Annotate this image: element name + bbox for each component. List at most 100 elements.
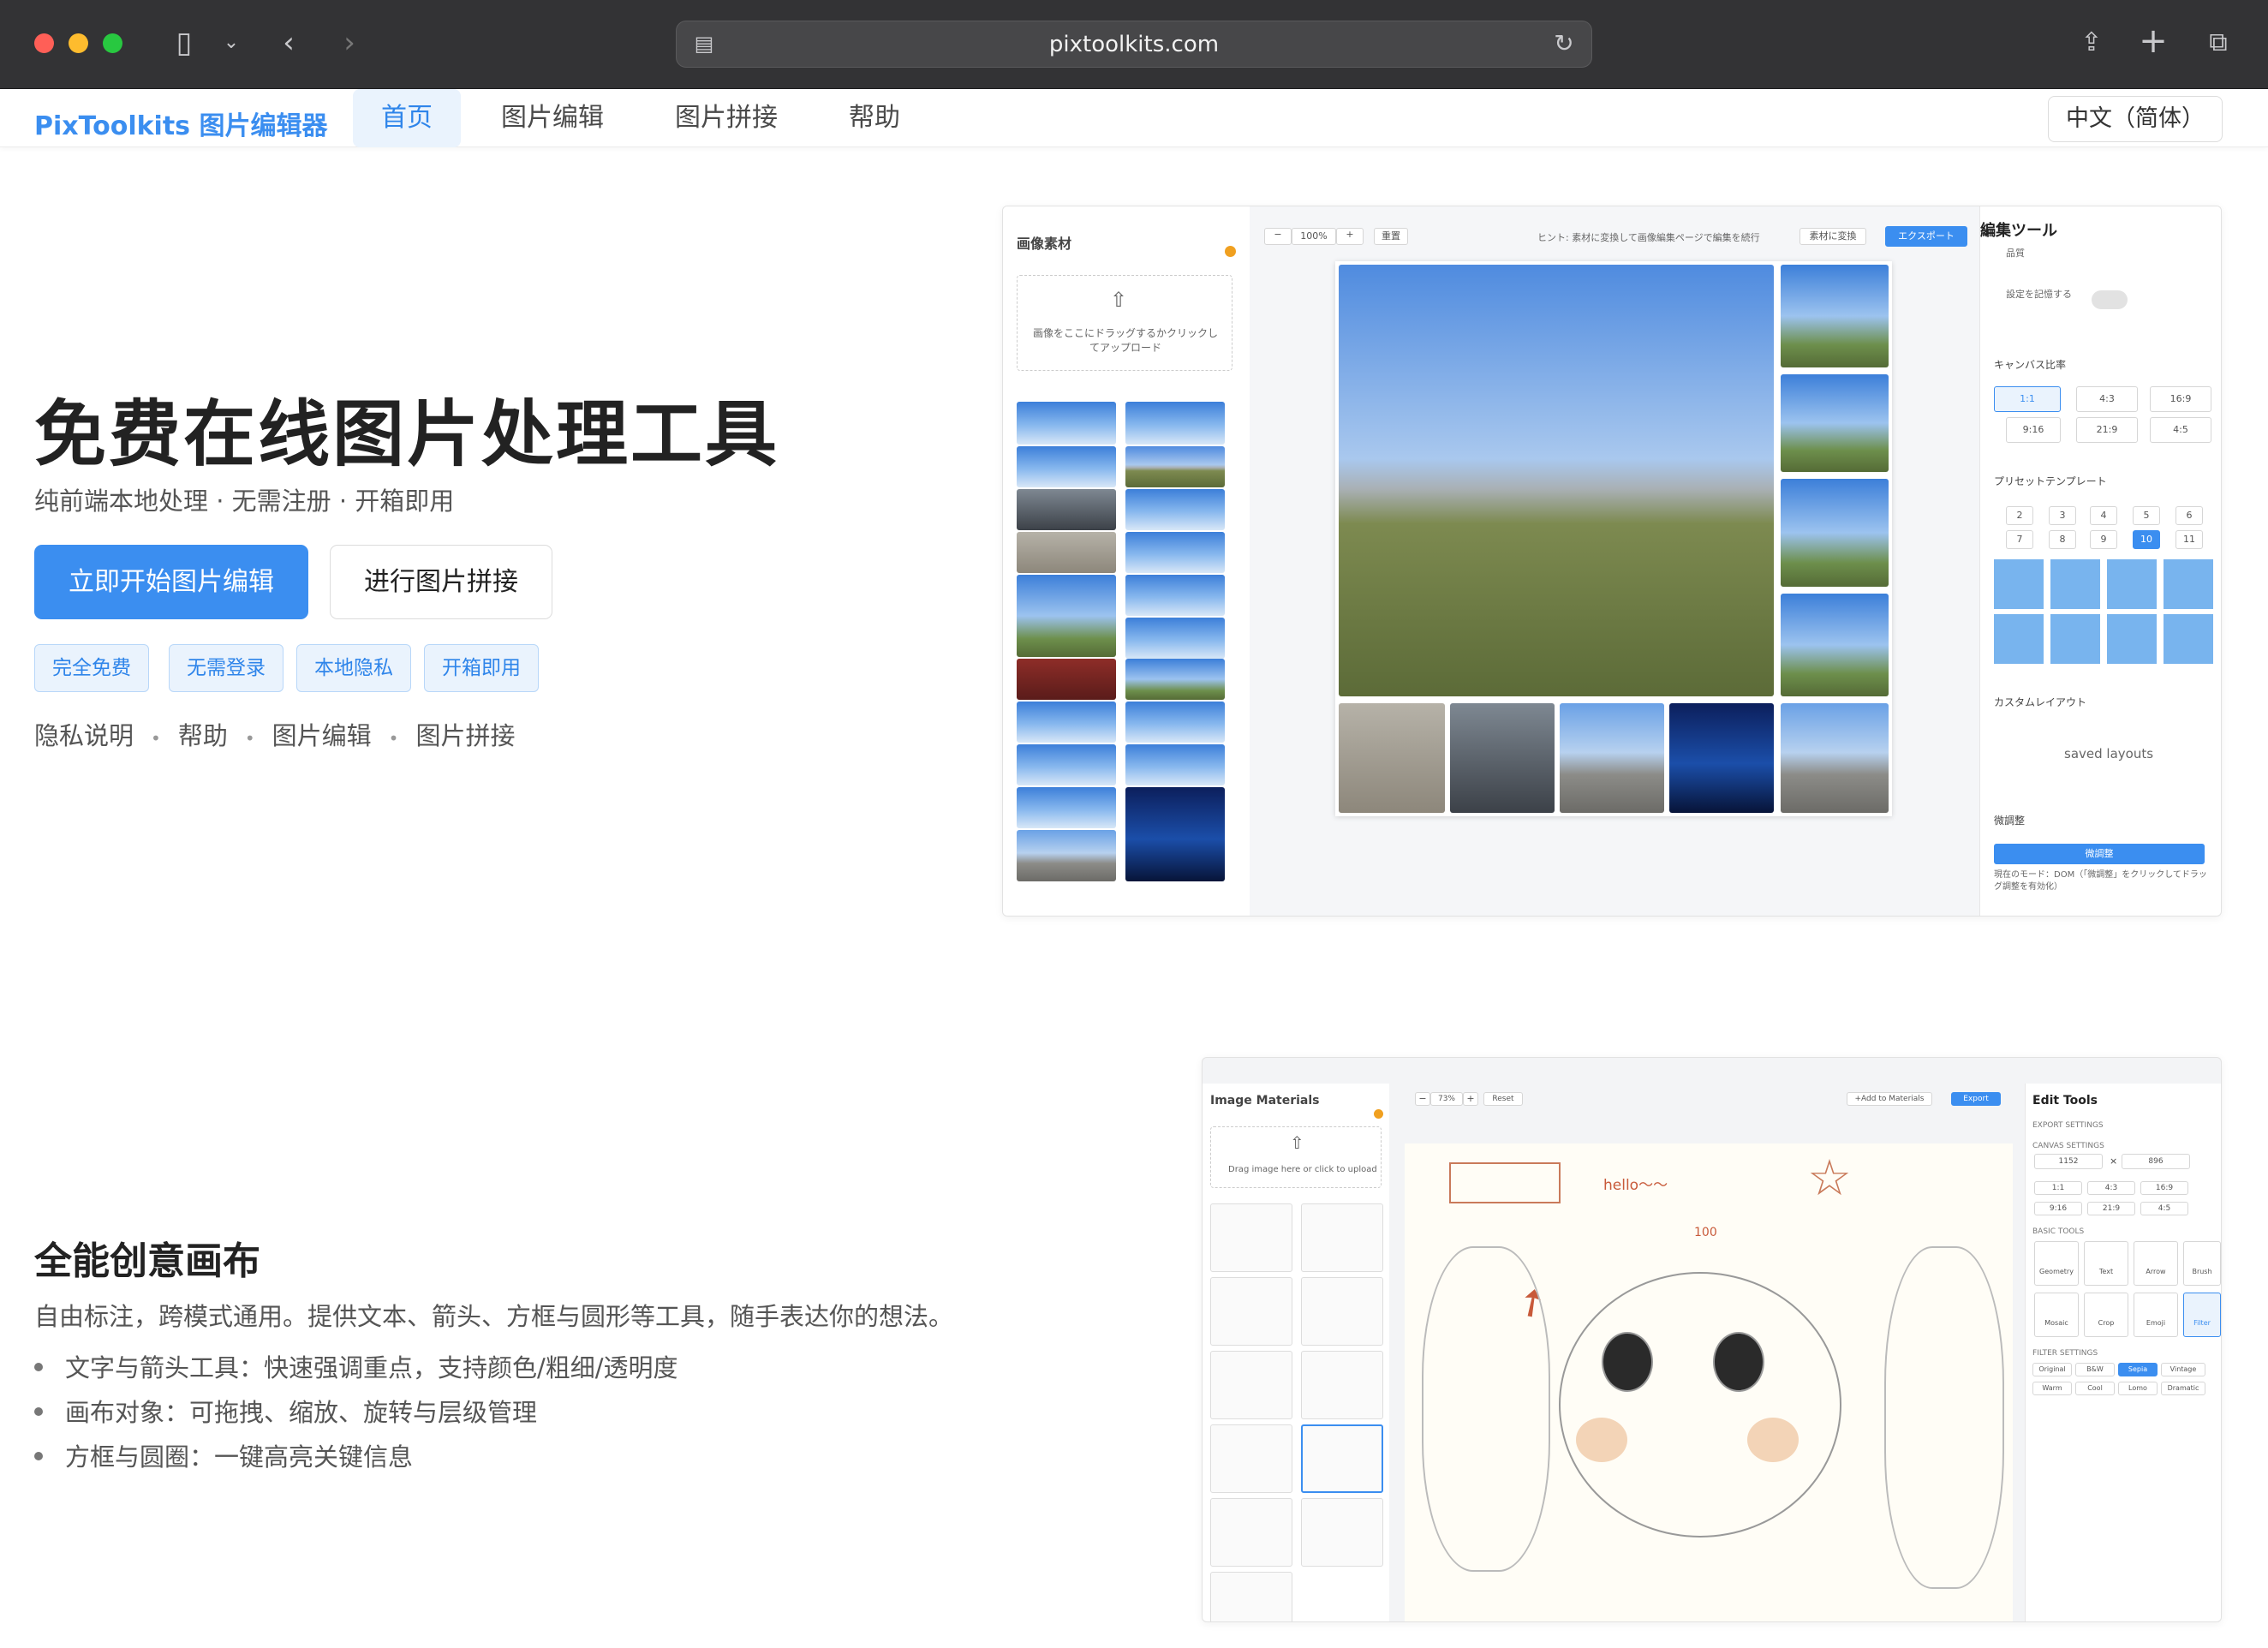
ratio-4-5[interactable]: 4:5 xyxy=(2150,417,2211,443)
basic-tools-label: BASIC TOOLS xyxy=(2032,1227,2085,1236)
brand-logo[interactable]: PixToolkits 图片编辑器 xyxy=(34,104,327,142)
tag-local-privacy: 本地隐私 xyxy=(296,644,411,692)
ratio-4-3[interactable]: 4:3 xyxy=(2076,386,2138,412)
link-edit[interactable]: 图片编辑 xyxy=(272,721,372,750)
chevron-down-icon[interactable]: ⌄ xyxy=(218,26,244,60)
reload-icon[interactable]: ↻ xyxy=(1547,27,1581,61)
feature-bullet: 方框与圆圈：一键高亮关键信息 xyxy=(34,1437,413,1473)
zoom-out-button[interactable]: − xyxy=(1264,228,1292,245)
link-collage[interactable]: 图片拼接 xyxy=(415,721,515,750)
count-11[interactable]: 11 xyxy=(2175,530,2203,549)
filter-dramatic[interactable]: Dramatic xyxy=(2161,1382,2205,1395)
tool-arrow[interactable]: Arrow xyxy=(2134,1241,2178,1286)
height-input[interactable]: 896 xyxy=(2122,1154,2190,1169)
zoom-in-button[interactable]: + xyxy=(1336,228,1364,245)
number-annotation[interactable]: 100 xyxy=(1694,1226,1717,1239)
tool-filter[interactable]: Filter xyxy=(2183,1293,2221,1337)
ratio-16-9[interactable]: 16:9 xyxy=(2150,386,2211,412)
nav-home[interactable]: 首页 xyxy=(353,89,461,147)
hero-subtitle: 纯前端本地处理 · 无需注册 · 开箱即用 xyxy=(34,487,455,516)
zoom-level: 100% xyxy=(1292,228,1336,245)
start-collage-button[interactable]: 进行图片拼接 xyxy=(330,545,552,619)
count-4[interactable]: 4 xyxy=(2090,506,2117,525)
tool-emoji[interactable]: Emoji xyxy=(2134,1293,2178,1337)
width-input[interactable]: 1152 xyxy=(2034,1154,2103,1169)
collage-canvas[interactable] xyxy=(1335,261,1892,816)
rectangle-annotation[interactable] xyxy=(1449,1162,1561,1203)
back-icon[interactable]: ‹ xyxy=(276,26,301,60)
fine-tune-button[interactable]: 微調整 xyxy=(1994,844,2205,864)
saved-layouts-text: saved layouts xyxy=(2064,746,2154,761)
filter-lomo[interactable]: Lomo xyxy=(2118,1382,2158,1395)
tool-mosaic[interactable]: Mosaic xyxy=(2034,1293,2079,1337)
text-annotation[interactable]: hello～～ xyxy=(1603,1173,1668,1194)
start-edit-button[interactable]: 立即开始图片编辑 xyxy=(34,545,308,619)
drawing-canvas[interactable]: hello～～ ☆ 100 ➚ xyxy=(1405,1143,2013,1621)
tool-text[interactable]: Text xyxy=(2084,1241,2128,1286)
tool-geometry[interactable]: Geometry xyxy=(2034,1241,2079,1286)
materials-panel: 画像素材 ⇧ 画像をここにドラッグするかクリックしてアップロード xyxy=(1003,206,1250,916)
count-6[interactable]: 6 xyxy=(2175,506,2203,525)
ratio-21-9[interactable]: 21:9 xyxy=(2087,1202,2135,1215)
count-9[interactable]: 9 xyxy=(2090,530,2117,549)
filter-cool[interactable]: Cool xyxy=(2075,1382,2115,1395)
ratio-4-3[interactable]: 4:3 xyxy=(2087,1181,2135,1195)
language-select[interactable]: 中文（简体） xyxy=(2048,96,2223,142)
zoom-out-button[interactable]: − xyxy=(1415,1092,1430,1106)
ratio-21-9[interactable]: 21:9 xyxy=(2076,417,2138,443)
tabs-overview-icon[interactable]: ⧉ xyxy=(2199,26,2237,60)
filter-warm[interactable]: Warm xyxy=(2032,1382,2072,1395)
ratio-16-9[interactable]: 16:9 xyxy=(2140,1181,2188,1195)
count-2[interactable]: 2 xyxy=(2006,506,2033,525)
zoom-in-button[interactable]: + xyxy=(1463,1092,1478,1106)
reset-button[interactable]: 重置 xyxy=(1374,228,1408,245)
export-button[interactable]: エクスポート xyxy=(1885,226,1967,247)
hero-links: 隐私说明 • 帮助 • 图片编辑 • 图片拼接 xyxy=(34,721,516,750)
upload-zone[interactable]: ⇧ 画像をここにドラッグするかクリックしてアップロード xyxy=(1017,275,1232,371)
tool-brush[interactable]: Brush xyxy=(2183,1241,2221,1286)
zoom-window-button[interactable] xyxy=(103,33,122,53)
remember-toggle[interactable] xyxy=(2092,290,2128,309)
convert-button[interactable]: 素材に変換 xyxy=(1799,228,1866,245)
new-tab-icon[interactable]: + xyxy=(2134,24,2172,58)
reset-button[interactable]: Reset xyxy=(1483,1092,1523,1106)
star-annotation-icon[interactable]: ☆ xyxy=(1807,1149,1852,1207)
ratio-label: キャンバス比率 xyxy=(1994,359,2067,371)
ratio-1-1[interactable]: 1:1 xyxy=(1994,386,2061,412)
link-help[interactable]: 帮助 xyxy=(178,721,228,750)
filter-vintage[interactable]: Vintage xyxy=(2161,1363,2205,1376)
forward-icon[interactable]: › xyxy=(337,26,362,60)
count-5[interactable]: 5 xyxy=(2133,506,2160,525)
count-10[interactable]: 10 xyxy=(2133,530,2160,549)
filter-original[interactable]: Original xyxy=(2032,1363,2072,1376)
minimize-window-button[interactable] xyxy=(69,33,88,53)
add-to-materials-button[interactable]: +Add to Materials xyxy=(1847,1092,1932,1106)
close-window-button[interactable] xyxy=(34,33,54,53)
count-7[interactable]: 7 xyxy=(2006,530,2033,549)
link-privacy[interactable]: 隐私说明 xyxy=(34,721,134,750)
ratio-9-16[interactable]: 9:16 xyxy=(2006,417,2061,443)
nav-help[interactable]: 帮助 xyxy=(821,89,928,147)
count-8[interactable]: 8 xyxy=(2049,530,2076,549)
editor-preview-image: Image Materials ⇧ Drag image here or cli… xyxy=(1202,1057,2222,1622)
image-materials-panel: Image Materials ⇧ Drag image here or cli… xyxy=(1203,1084,1389,1621)
nav-image-collage[interactable]: 图片拼接 xyxy=(647,89,806,147)
remember-label: 設定を記憶する xyxy=(2006,289,2072,300)
export-button[interactable]: Export xyxy=(1951,1092,2001,1106)
share-icon[interactable]: ⇪ xyxy=(2073,26,2110,60)
filter-bw[interactable]: B&W xyxy=(2075,1363,2115,1376)
nav-image-edit[interactable]: 图片编辑 xyxy=(473,89,632,147)
ratio-1-1[interactable]: 1:1 xyxy=(2034,1181,2082,1195)
ratio-4-5[interactable]: 4:5 xyxy=(2140,1202,2188,1215)
filter-sepia[interactable]: Sepia xyxy=(2118,1363,2158,1376)
ratio-9-16[interactable]: 9:16 xyxy=(2034,1202,2082,1215)
count-3[interactable]: 3 xyxy=(2049,506,2076,525)
quality-label: 品質 xyxy=(2006,248,2025,259)
upload-text: Drag image here or click to upload xyxy=(1228,1165,1377,1174)
hero-title: 免费在线图片处理工具 xyxy=(34,392,780,476)
upload-zone[interactable]: ⇧ Drag image here or click to upload xyxy=(1210,1126,1382,1188)
edit-tools-panel: 編集ツール 品質 設定を記憶する キャンバス比率 1:1 4:3 16:9 9:… xyxy=(1979,206,2221,916)
tool-crop[interactable]: Crop xyxy=(2084,1293,2128,1337)
address-bar[interactable]: ▤ pixtoolkits.com ↻ xyxy=(676,21,1592,68)
sidebar-icon[interactable]: ▯ xyxy=(165,26,203,60)
